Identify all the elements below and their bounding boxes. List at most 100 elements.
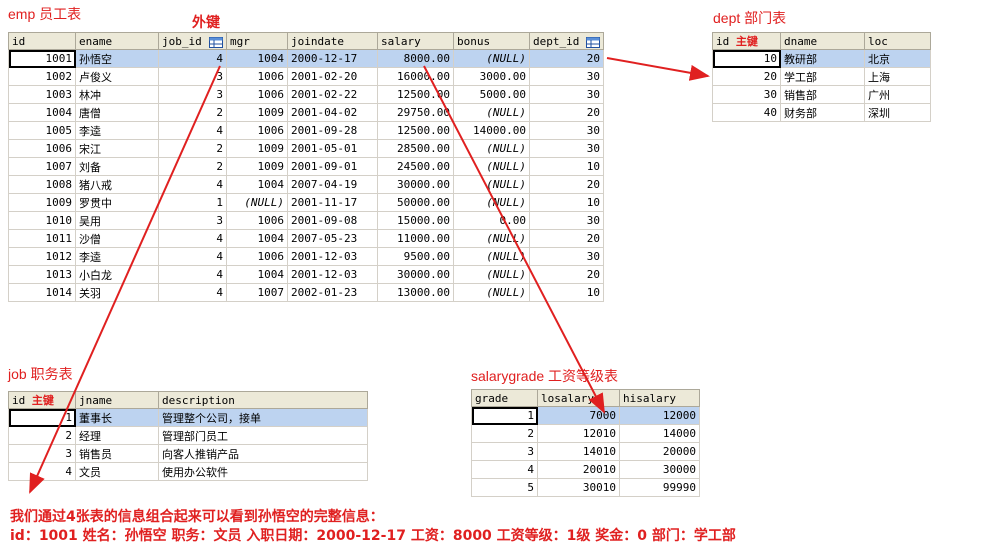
emp-cell-joindate[interactable]: 2007-05-23 <box>287 229 378 248</box>
job-cell-description[interactable]: 向客人推销产品 <box>158 444 368 463</box>
dept-cell-id[interactable]: 40 <box>712 103 781 122</box>
salarygrade-col-grade[interactable]: grade <box>471 389 538 407</box>
salarygrade-cell-grade[interactable]: 3 <box>471 442 538 461</box>
salarygrade-cell-hisalary[interactable]: 30000 <box>619 460 700 479</box>
emp-row[interactable]: 1013 小白龙 4 1004 2001-12-03 30000.00 (NULL) 20 <box>8 265 604 284</box>
dept-row[interactable]: 40 财务部 深圳 <box>712 103 931 122</box>
emp-col-joindate[interactable]: joindate <box>287 32 378 50</box>
emp-cell-mgr[interactable]: 1009 <box>226 103 288 122</box>
salarygrade-cell-hisalary[interactable]: 99990 <box>619 478 700 497</box>
emp-cell-ename[interactable]: 卢俊义 <box>75 67 159 86</box>
emp-row[interactable]: 1007 刘备 2 1009 2001-09-01 24500.00 (NULL) 10 <box>8 157 604 176</box>
emp-cell-ename[interactable]: 关羽 <box>75 283 159 302</box>
emp-row[interactable]: 1002 卢俊义 3 1006 2001-02-20 16000.00 3000.00 30 <box>8 67 604 86</box>
salarygrade-cell-grade[interactable]: 5 <box>471 478 538 497</box>
emp-cell-id[interactable]: 1008 <box>8 175 76 194</box>
emp-cell-id[interactable]: 1002 <box>8 67 76 86</box>
emp-cell-mgr[interactable]: 1009 <box>226 139 288 158</box>
emp-cell-dept-id[interactable]: 20 <box>529 265 604 284</box>
emp-cell-job-id[interactable]: 2 <box>158 157 227 176</box>
dept-cell-dname[interactable]: 学工部 <box>780 67 865 86</box>
emp-cell-ename[interactable]: 宋江 <box>75 139 159 158</box>
emp-cell-job-id[interactable]: 2 <box>158 139 227 158</box>
emp-cell-joindate[interactable]: 2000-12-17 <box>287 49 378 68</box>
job-col-description[interactable]: description <box>158 391 368 409</box>
dept-cell-loc[interactable]: 北京 <box>864 49 931 68</box>
emp-cell-id[interactable]: 1007 <box>8 157 76 176</box>
job-cell-jname[interactable]: 销售员 <box>75 444 159 463</box>
emp-cell-dept-id[interactable]: 10 <box>529 193 604 212</box>
emp-cell-salary[interactable]: 12500.00 <box>377 121 454 140</box>
salarygrade-row[interactable]: 4 20010 30000 <box>471 460 700 479</box>
emp-cell-dept-id[interactable]: 30 <box>529 139 604 158</box>
emp-cell-id[interactable]: 1001 <box>8 49 76 68</box>
emp-cell-bonus[interactable]: (NULL) <box>453 229 530 248</box>
dept-cell-id[interactable]: 30 <box>712 85 781 104</box>
emp-cell-ename[interactable]: 罗贯中 <box>75 193 159 212</box>
emp-cell-id[interactable]: 1011 <box>8 229 76 248</box>
emp-cell-job-id[interactable]: 4 <box>158 175 227 194</box>
emp-cell-job-id[interactable]: 3 <box>158 211 227 230</box>
salarygrade-cell-grade[interactable]: 4 <box>471 460 538 479</box>
emp-row[interactable]: 1001 孙悟空 4 1004 2000-12-17 8000.00 (NULL) 20 <box>8 49 604 68</box>
emp-cell-job-id[interactable]: 3 <box>158 67 227 86</box>
emp-cell-salary[interactable]: 11000.00 <box>377 229 454 248</box>
emp-cell-mgr[interactable]: 1006 <box>226 85 288 104</box>
salarygrade-col-losalary[interactable]: losalary <box>537 389 620 407</box>
job-row[interactable]: 1 董事长 管理整个公司，接单 <box>8 408 368 427</box>
dept-cell-loc[interactable]: 上海 <box>864 67 931 86</box>
emp-cell-bonus[interactable]: 0.00 <box>453 211 530 230</box>
emp-cell-salary[interactable]: 9500.00 <box>377 247 454 266</box>
emp-cell-mgr[interactable]: (NULL) <box>226 193 288 212</box>
dept-cell-dname[interactable]: 销售部 <box>780 85 865 104</box>
emp-cell-ename[interactable]: 沙僧 <box>75 229 159 248</box>
emp-cell-id[interactable]: 1006 <box>8 139 76 158</box>
salarygrade-cell-hisalary[interactable]: 20000 <box>619 442 700 461</box>
emp-cell-job-id[interactable]: 4 <box>158 49 227 68</box>
job-cell-id[interactable]: 2 <box>8 426 76 445</box>
dept-cell-id[interactable]: 20 <box>712 67 781 86</box>
emp-cell-bonus[interactable]: (NULL) <box>453 265 530 284</box>
emp-cell-ename[interactable]: 猪八戒 <box>75 175 159 194</box>
emp-row[interactable]: 1006 宋江 2 1009 2001-05-01 28500.00 (NULL) 30 <box>8 139 604 158</box>
job-row[interactable]: 4 文员 使用办公软件 <box>8 462 368 481</box>
dept-cell-id[interactable]: 10 <box>712 49 781 68</box>
emp-cell-dept-id[interactable]: 20 <box>529 229 604 248</box>
emp-cell-bonus[interactable]: 3000.00 <box>453 67 530 86</box>
emp-col-dept-id[interactable]: dept_id <box>529 32 604 50</box>
emp-col-salary[interactable]: salary <box>377 32 454 50</box>
emp-cell-job-id[interactable]: 4 <box>158 229 227 248</box>
emp-cell-ename[interactable]: 唐僧 <box>75 103 159 122</box>
job-col-id[interactable]: id 主键 <box>8 391 76 409</box>
emp-cell-mgr[interactable]: 1004 <box>226 265 288 284</box>
emp-cell-bonus[interactable]: (NULL) <box>453 193 530 212</box>
emp-cell-bonus[interactable]: (NULL) <box>453 175 530 194</box>
dept-col-dname[interactable]: dname <box>780 32 865 50</box>
emp-cell-job-id[interactable]: 4 <box>158 247 227 266</box>
emp-col-ename[interactable]: ename <box>75 32 159 50</box>
emp-col-job-id[interactable]: job_id <box>158 32 227 50</box>
job-cell-id[interactable]: 4 <box>8 462 76 481</box>
job-cell-description[interactable]: 使用办公软件 <box>158 462 368 481</box>
emp-cell-ename[interactable]: 孙悟空 <box>75 49 159 68</box>
dept-col-id[interactable]: id 主键 <box>712 32 781 50</box>
emp-cell-id[interactable]: 1009 <box>8 193 76 212</box>
emp-col-mgr[interactable]: mgr <box>226 32 288 50</box>
salarygrade-row[interactable]: 5 30010 99990 <box>471 478 700 497</box>
emp-cell-dept-id[interactable]: 30 <box>529 85 604 104</box>
emp-cell-bonus[interactable]: (NULL) <box>453 157 530 176</box>
salarygrade-cell-losalary[interactable]: 12010 <box>537 424 620 443</box>
job-row[interactable]: 3 销售员 向客人推销产品 <box>8 444 368 463</box>
emp-cell-dept-id[interactable]: 10 <box>529 283 604 302</box>
job-cell-id[interactable]: 1 <box>8 408 76 427</box>
emp-cell-ename[interactable]: 李逵 <box>75 121 159 140</box>
salarygrade-cell-losalary[interactable]: 7000 <box>537 406 620 425</box>
emp-cell-mgr[interactable]: 1004 <box>226 49 288 68</box>
emp-cell-bonus[interactable]: (NULL) <box>453 247 530 266</box>
emp-cell-job-id[interactable]: 2 <box>158 103 227 122</box>
emp-cell-dept-id[interactable]: 20 <box>529 49 604 68</box>
salarygrade-cell-grade[interactable]: 2 <box>471 424 538 443</box>
emp-cell-ename[interactable]: 李逵 <box>75 247 159 266</box>
emp-cell-salary[interactable]: 50000.00 <box>377 193 454 212</box>
emp-cell-mgr[interactable]: 1004 <box>226 229 288 248</box>
